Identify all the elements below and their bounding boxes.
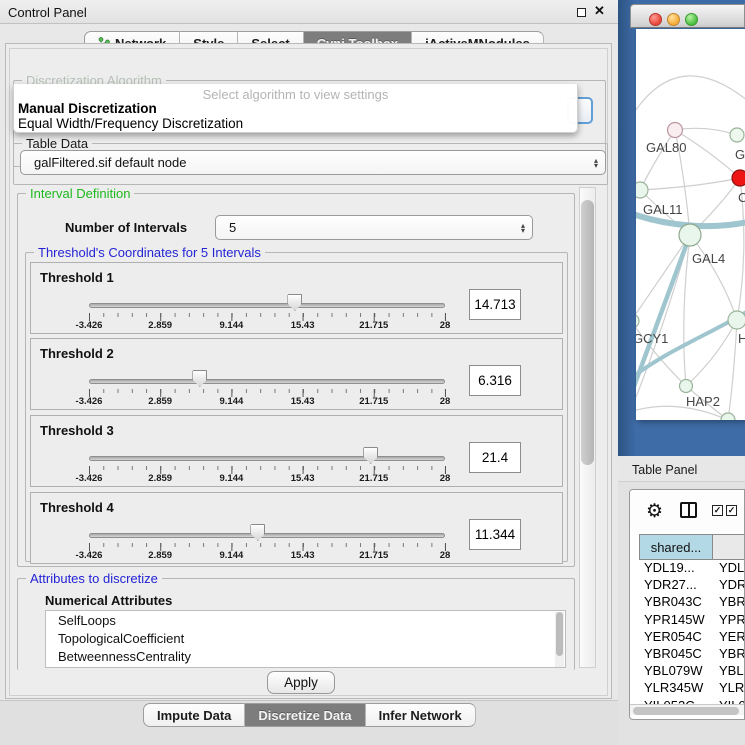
table-row[interactable]: YER054CYER0 (639, 629, 745, 646)
float-window-icon[interactable] (577, 8, 586, 17)
checkbox-icon[interactable]: ✓ (726, 505, 737, 516)
list-item[interactable]: SelfLoops (46, 611, 565, 629)
threshold-2-slider-track[interactable] (89, 379, 445, 384)
threshold-3-value-field[interactable]: 21.4 (469, 442, 521, 473)
algorithm-prompt-item[interactable]: Select algorithm to view settings (14, 87, 577, 102)
bottom-tabbar: Impute Data Discretize Data Infer Networ… (143, 703, 476, 727)
node-label: GAL4 (692, 251, 725, 266)
column-header-name[interactable]: na (713, 534, 745, 560)
tab-discretize-data[interactable]: Discretize Data (245, 703, 365, 727)
network-edges (636, 29, 745, 420)
table-row[interactable]: YBR045CYBR0 (639, 646, 745, 663)
window-close-icon[interactable] (649, 13, 662, 26)
network-canvas[interactable]: GAL80 G C GAL11 GAL4 GCY1 H HAP2 (636, 29, 745, 420)
interval-definition-title: Interval Definition (26, 186, 134, 201)
slider-tick-labels: -3.4262.8599.14415.4321.71528 (89, 550, 445, 564)
list-item[interactable]: BetweennessCentrality (46, 647, 565, 665)
table-row[interactable]: YLR345WYLR3 (639, 680, 745, 697)
slider-tick-labels: -3.4262.8599.14415.4321.71528 (89, 473, 445, 487)
threshold-3-box: Threshold 3 -3.4262.8599.14415.4321.7152… (30, 415, 563, 487)
node-label: C (738, 190, 745, 205)
threshold-3-slider-track[interactable] (89, 456, 445, 461)
numerical-attributes-list[interactable]: SelfLoops TopologicalCoefficient Between… (45, 610, 566, 668)
threshold-2-box: Threshold 2 -3.4262.8599.14415.4321.7152… (30, 338, 563, 410)
threshold-1-value-field[interactable]: 14.713 (469, 289, 521, 320)
threshold-1-slider-track[interactable] (89, 303, 445, 308)
table-row[interactable]: YDR27...YDR2 (639, 577, 745, 594)
apply-button[interactable]: Apply (267, 671, 335, 694)
table-row[interactable]: YBL079WYBL0 (639, 663, 745, 680)
node-label: GAL11 (643, 202, 683, 217)
table-row[interactable]: YPR145WYPR1 (639, 612, 745, 629)
table-panel-titlebar: Table Panel (618, 458, 745, 482)
close-icon[interactable]: ✕ (594, 3, 605, 19)
threshold-4-slider-track[interactable] (89, 533, 445, 538)
table-data-group-title: Table Data (22, 136, 92, 151)
attributes-scrollbar[interactable] (555, 612, 564, 668)
attributes-group-title: Attributes to discretize (26, 571, 162, 586)
network-window-titlebar[interactable] (630, 4, 745, 28)
table-data-combobox[interactable]: galFiltered.sif default node ▴▾ (20, 150, 606, 175)
list-item[interactable]: TopologicalCoefficient (46, 629, 565, 647)
slider-tick-labels: -3.4262.8599.14415.4321.71528 (89, 320, 445, 334)
table-header-row: shared... na (639, 534, 745, 560)
algorithm-dropdown-popup: Select algorithm to view settings Manual… (13, 84, 578, 133)
table-toolbar: ⚙ ✓ ✓ (630, 490, 744, 532)
combobox-stepper-icon: ▴▾ (587, 158, 605, 168)
checkbox-icon[interactable]: ✓ (712, 505, 723, 516)
tab-infer-network[interactable]: Infer Network (366, 703, 476, 727)
split-columns-icon[interactable] (680, 502, 697, 518)
threshold-2-value-field[interactable]: 6.316 (469, 365, 521, 396)
threshold-1-box: Threshold 1 -3.4262.8599.14415.4321.7152… (30, 262, 563, 334)
thresholds-group-title: Threshold's Coordinates for 5 Intervals (34, 245, 265, 260)
node-label: GAL80 (646, 140, 686, 155)
gear-icon[interactable]: ⚙ (646, 500, 663, 523)
panel-scrollbar[interactable] (579, 187, 596, 668)
node-label: G (735, 147, 745, 162)
number-of-intervals-combobox[interactable]: 5 ▴▾ (215, 215, 533, 240)
algorithm-option-manual[interactable]: Manual Discretization (18, 101, 157, 116)
number-of-intervals-value: 5 (216, 220, 514, 235)
threshold-4-box: Threshold 4 -3.4262.8599.14415.4321.7152… (30, 492, 563, 564)
numerical-attributes-label: Numerical Attributes (45, 593, 172, 608)
node-label: GCY1 (636, 331, 668, 346)
algorithm-option-equal-width[interactable]: Equal Width/Frequency Discretization (18, 116, 243, 131)
control-panel-titlebar (0, 0, 618, 24)
control-panel-title: Control Panel (8, 5, 87, 20)
window-minimize-icon[interactable] (667, 13, 680, 26)
window-zoom-icon[interactable] (685, 13, 698, 26)
table-data-selected-value: galFiltered.sif default node (21, 155, 587, 170)
slider-tick-labels: -3.4262.8599.14415.4321.71528 (89, 396, 445, 410)
table-horizontal-scrollbar[interactable] (630, 704, 744, 715)
combobox-stepper-icon: ▴▾ (514, 223, 532, 233)
node-label: H (738, 331, 745, 346)
table-row[interactable]: YBR043CYBR0 (639, 594, 745, 611)
node-table: shared... na YDL19...YDL1 YDR27...YDR2 Y… (639, 534, 745, 715)
table-panel-title: Table Panel (632, 463, 697, 477)
column-header-shared-name[interactable]: shared... (639, 534, 713, 560)
threshold-4-value-field[interactable]: 11.344 (469, 519, 521, 550)
panel-scrollbar-thumb[interactable] (581, 200, 594, 465)
number-of-intervals-label: Number of Intervals (65, 220, 187, 235)
table-row[interactable]: YDL19...YDL1 (639, 560, 745, 577)
node-label: HAP2 (686, 394, 720, 409)
table-panel-card: ⚙ ✓ ✓ shared... na YDL19...YDL1 YDR27...… (629, 489, 745, 720)
tab-impute-data[interactable]: Impute Data (143, 703, 245, 727)
